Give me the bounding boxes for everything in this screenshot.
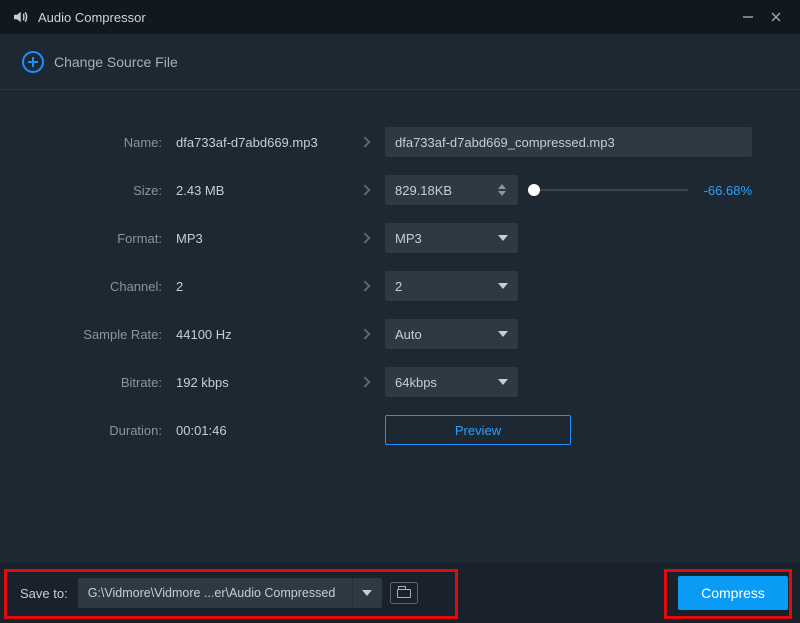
row-sample-rate: Sample Rate: 44100 Hz Auto	[0, 310, 800, 358]
sample-rate-selected: Auto	[395, 327, 422, 342]
preview-button[interactable]: Preview	[385, 415, 571, 445]
value-name-src: dfa733af-d7abd669.mp3	[170, 135, 345, 150]
output-size-text: 829.18KB	[395, 183, 452, 198]
change-source-row[interactable]: Change Source File	[0, 34, 800, 90]
chevron-down-icon	[498, 331, 508, 337]
value-bitrate-src: 192 kbps	[170, 375, 345, 390]
chevron-right-icon	[359, 232, 370, 243]
chevron-right-icon	[359, 136, 370, 147]
save-to-label: Save to:	[20, 586, 68, 601]
close-button[interactable]	[762, 3, 790, 31]
value-size-src: 2.43 MB	[170, 183, 345, 198]
label-size: Size:	[0, 183, 170, 198]
minimize-button[interactable]	[734, 3, 762, 31]
app-speaker-icon	[10, 7, 30, 27]
size-slider[interactable]: -66.68%	[528, 183, 752, 198]
bitrate-selected: 64kbps	[395, 375, 437, 390]
label-bitrate: Bitrate:	[0, 375, 170, 390]
output-size-field[interactable]: 829.18KB	[385, 175, 518, 205]
label-name: Name:	[0, 135, 170, 150]
chevron-down-icon	[498, 379, 508, 385]
chevron-right-icon	[359, 328, 370, 339]
row-duration: Duration: 00:01:46 Preview	[0, 406, 800, 454]
label-channel: Channel:	[0, 279, 170, 294]
row-format: Format: MP3 MP3	[0, 214, 800, 262]
spinner-down-icon[interactable]	[498, 191, 506, 196]
plus-circle-icon	[22, 51, 44, 73]
size-percentage: -66.68%	[696, 183, 752, 198]
compress-button[interactable]: Compress	[678, 576, 788, 610]
chevron-down-icon	[362, 590, 372, 596]
channel-selected: 2	[395, 279, 402, 294]
save-path-box[interactable]: G:\Vidmore\Vidmore ...er\Audio Compresse…	[78, 578, 382, 608]
preview-button-label: Preview	[455, 423, 501, 438]
change-source-label: Change Source File	[54, 54, 178, 70]
save-path-dropdown[interactable]	[352, 578, 382, 608]
folder-icon	[397, 589, 411, 598]
window-title: Audio Compressor	[38, 10, 734, 25]
chevron-down-icon	[498, 283, 508, 289]
slider-track[interactable]	[528, 189, 688, 191]
titlebar: Audio Compressor	[0, 0, 800, 34]
chevron-right-icon	[359, 184, 370, 195]
sample-rate-dropdown[interactable]: Auto	[385, 319, 518, 349]
label-duration: Duration:	[0, 423, 170, 438]
value-format-src: MP3	[170, 231, 345, 246]
output-name-field[interactable]: dfa733af-d7abd669_compressed.mp3	[385, 127, 752, 157]
value-duration: 00:01:46	[170, 423, 345, 438]
chevron-right-icon	[359, 280, 370, 291]
format-selected: MP3	[395, 231, 422, 246]
row-name: Name: dfa733af-d7abd669.mp3 dfa733af-d7a…	[0, 118, 800, 166]
spinner-up-icon[interactable]	[498, 184, 506, 189]
row-bitrate: Bitrate: 192 kbps 64kbps	[0, 358, 800, 406]
chevron-right-icon	[359, 376, 370, 387]
channel-dropdown[interactable]: 2	[385, 271, 518, 301]
bottom-bar: Save to: G:\Vidmore\Vidmore ...er\Audio …	[0, 563, 800, 623]
format-dropdown[interactable]: MP3	[385, 223, 518, 253]
value-sample-src: 44100 Hz	[170, 327, 345, 342]
row-size: Size: 2.43 MB 829.18KB -66.68%	[0, 166, 800, 214]
slider-thumb[interactable]	[528, 184, 540, 196]
settings-form: Name: dfa733af-d7abd669.mp3 dfa733af-d7a…	[0, 90, 800, 454]
browse-folder-button[interactable]	[390, 582, 418, 604]
value-channel-src: 2	[170, 279, 345, 294]
row-channel: Channel: 2 2	[0, 262, 800, 310]
output-name-text: dfa733af-d7abd669_compressed.mp3	[395, 135, 615, 150]
compress-button-label: Compress	[701, 585, 765, 601]
bitrate-dropdown[interactable]: 64kbps	[385, 367, 518, 397]
save-path-text: G:\Vidmore\Vidmore ...er\Audio Compresse…	[78, 586, 352, 600]
size-spinner[interactable]	[498, 177, 514, 203]
chevron-down-icon	[498, 235, 508, 241]
label-format: Format:	[0, 231, 170, 246]
label-sample-rate: Sample Rate:	[0, 327, 170, 342]
